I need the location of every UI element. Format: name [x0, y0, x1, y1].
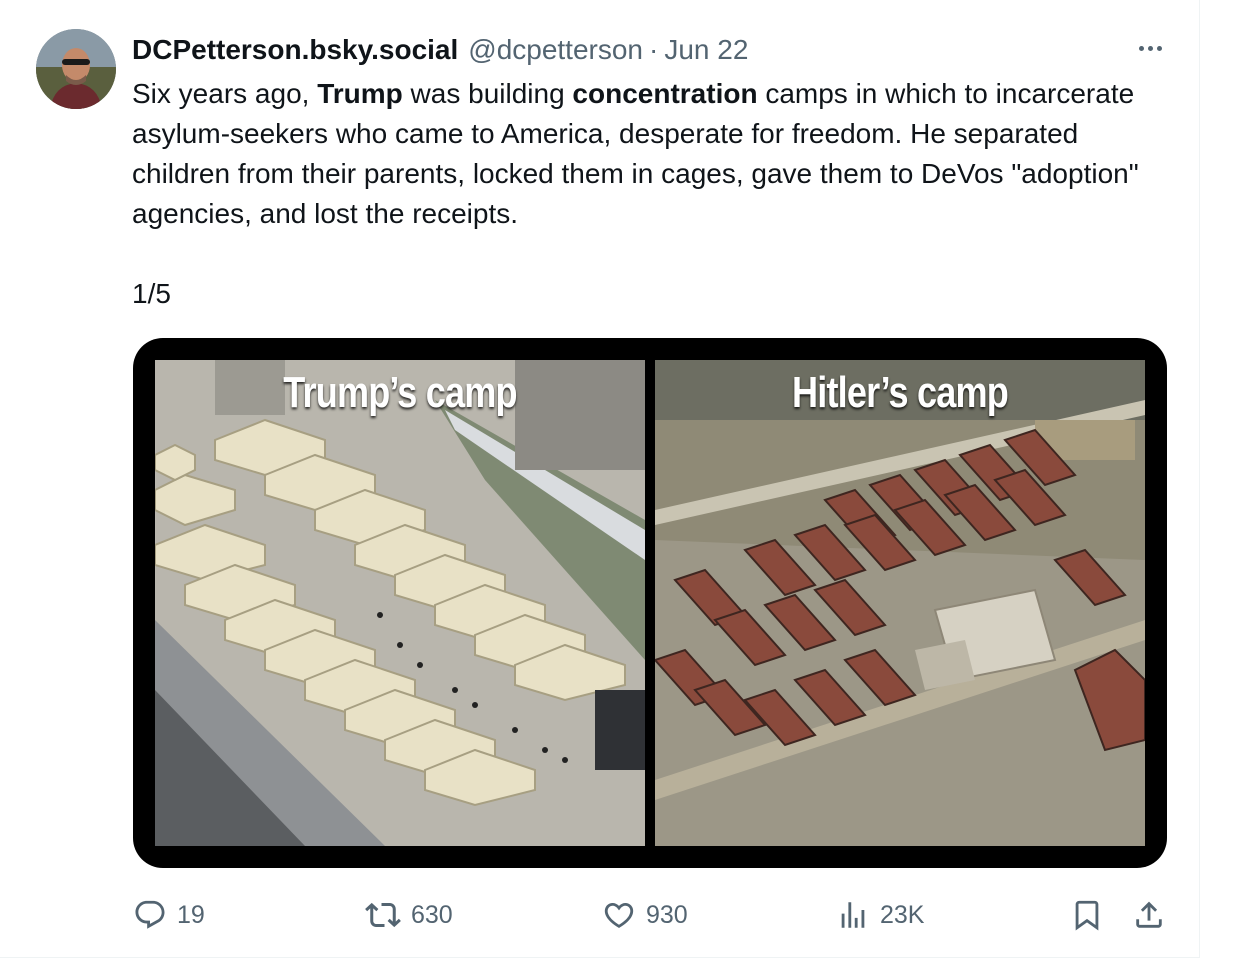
share-icon	[1136, 901, 1162, 928]
media-panel-trump-camp: Trump’s camp	[155, 360, 645, 846]
author-handle[interactable]: @dcpetterson	[468, 34, 643, 66]
text-span: was building	[402, 78, 573, 109]
author-name[interactable]: DCPetterson.bsky.social	[132, 34, 458, 66]
thread-counter: 1/5	[132, 278, 171, 309]
tweet-text: Six years ago, Trump was building concen…	[132, 74, 1172, 314]
bookmark-icon	[1075, 900, 1099, 931]
bookmark-button[interactable]	[1070, 893, 1104, 937]
tweet-header: DCPetterson.bsky.social @dcpetterson · J…	[132, 30, 748, 70]
repost-button[interactable]: 630	[365, 893, 453, 937]
tweet-date[interactable]: Jun 22	[664, 34, 748, 66]
hitler-camp-caption: Hitler’s camp	[792, 368, 1009, 417]
tweet-card[interactable]: DCPetterson.bsky.social @dcpetterson · J…	[0, 0, 1200, 958]
avatar[interactable]	[36, 29, 116, 109]
views-button[interactable]: 23K	[836, 893, 924, 937]
media-panel-hitler-camp: Hitler’s camp	[655, 360, 1145, 846]
more-dot	[1138, 45, 1144, 51]
bold-text: concentration	[572, 78, 758, 109]
share-button[interactable]	[1132, 893, 1166, 937]
like-count: 930	[646, 900, 688, 929]
bold-text: Trump	[317, 78, 403, 109]
more-icon[interactable]	[1130, 36, 1170, 60]
repost-icon	[365, 902, 401, 928]
views-icon	[841, 902, 865, 928]
reply-icon	[135, 900, 165, 929]
repost-count: 630	[411, 900, 453, 929]
more-dot	[1147, 45, 1153, 51]
reply-button[interactable]: 19	[133, 893, 205, 937]
action-bar: 19 630 930 23K	[0, 893, 1200, 937]
trump-camp-caption: Trump’s camp	[283, 368, 517, 417]
tweet-body: Six years ago, Trump was building concen…	[132, 74, 1172, 234]
separator-dot: ·	[649, 34, 659, 65]
more-dot	[1156, 45, 1162, 51]
like-icon	[604, 902, 634, 928]
tweet-media[interactable]: Trump’s camp Hitler’s camp	[133, 338, 1167, 868]
like-button[interactable]: 930	[602, 893, 688, 937]
views-count: 23K	[880, 900, 925, 929]
text-span: Six years ago,	[132, 78, 318, 109]
reply-count: 19	[177, 900, 205, 929]
